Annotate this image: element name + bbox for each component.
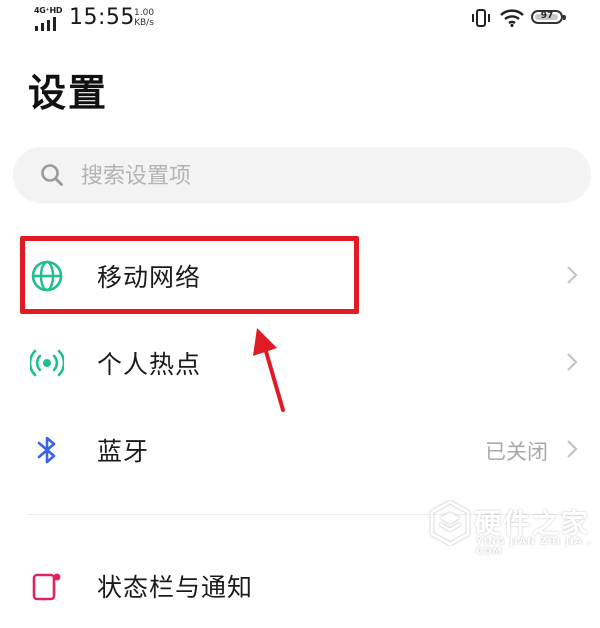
settings-item-label: 个人热点: [97, 350, 202, 379]
search-icon: [40, 163, 64, 191]
status-bar-icon: [30, 569, 64, 603]
bluetooth-status: 已关闭: [485, 440, 548, 464]
battery-percent: 97: [540, 11, 554, 21]
chevron-right-icon: [566, 439, 578, 463]
bluetooth-icon: [30, 433, 64, 467]
settings-item-label: 状态栏与通知: [97, 573, 254, 602]
red-arrow-icon: [253, 328, 285, 412]
status-bar: 4G⁺HD 15:55 1.00 KB/s 97: [0, 0, 600, 40]
watermark-logo-icon: [430, 500, 470, 546]
cellular-signal-icon: 4G⁺HD: [33, 6, 65, 31]
search-bar[interactable]: [13, 147, 591, 203]
highlight-box: [20, 236, 359, 314]
network-speed: 1.00 KB/s: [134, 8, 154, 28]
page-title: 设置: [28, 71, 109, 115]
network-speed-value: 1.00: [134, 8, 155, 18]
watermark: 硬件之家 YING JIAN ZHI JIA . COM: [428, 500, 598, 560]
wifi-icon: [500, 9, 524, 31]
network-speed-unit: KB/s: [134, 18, 154, 28]
network-type-label: 4G⁺HD: [34, 6, 63, 15]
chevron-right-icon: [566, 265, 578, 289]
status-time: 15:55: [69, 5, 135, 30]
chevron-right-icon: [566, 352, 578, 376]
watermark-pinyin: YING JIAN ZHI JIA . COM: [476, 537, 592, 557]
settings-item-personal-hotspot[interactable]: 个人热点: [0, 319, 600, 405]
vibrate-icon: [470, 9, 492, 31]
battery-icon: 97: [531, 10, 566, 24]
settings-item-bluetooth[interactable]: 蓝牙 已关闭: [0, 406, 600, 492]
watermark-text: 硬件之家: [474, 509, 590, 540]
hotspot-icon: [28, 346, 66, 380]
settings-item-label: 蓝牙: [97, 437, 150, 466]
search-input[interactable]: [79, 159, 563, 193]
